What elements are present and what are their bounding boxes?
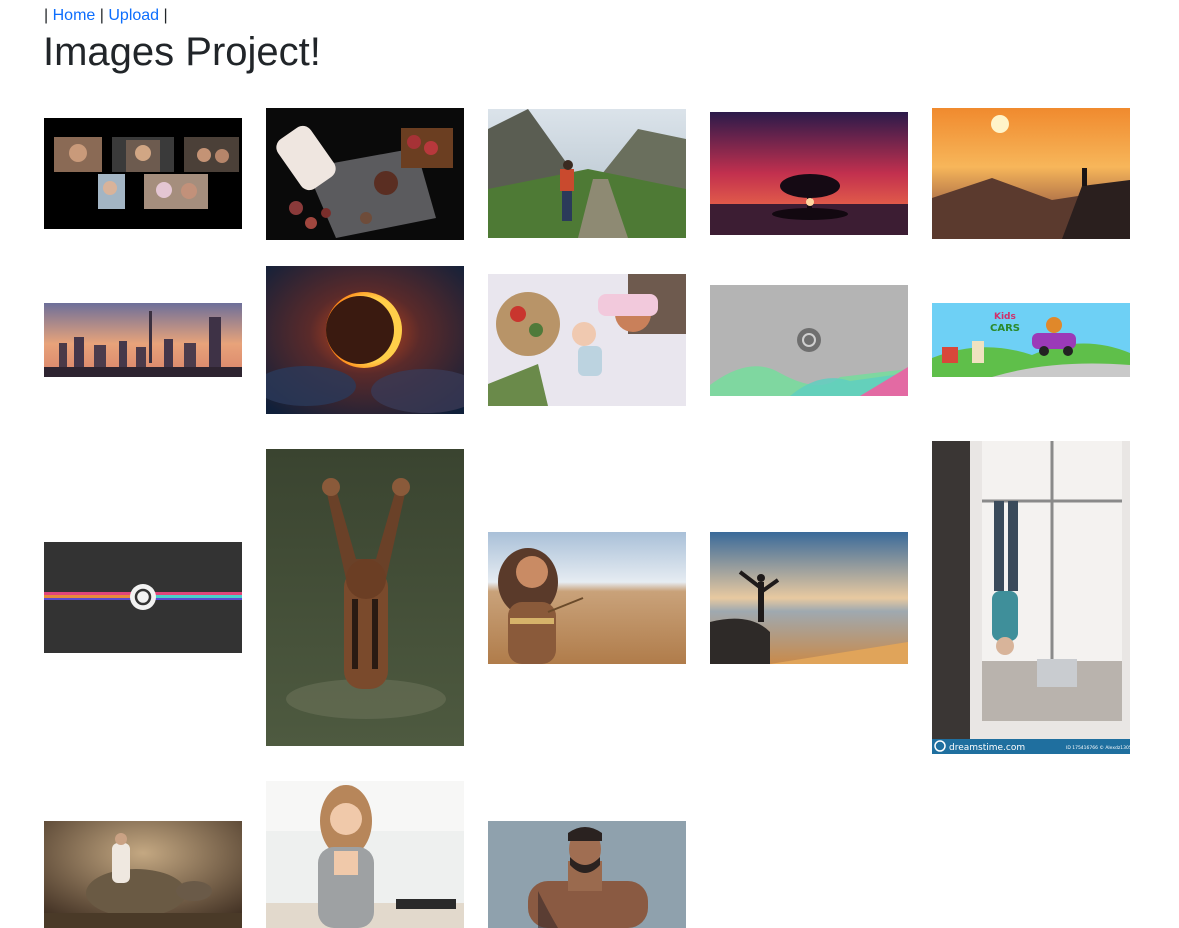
gallery-image[interactable]: [44, 542, 242, 653]
gallery-image[interactable]: [710, 285, 908, 396]
nav-separator: |: [44, 7, 49, 24]
kids-cars-caption-bottom: CARS: [990, 323, 1020, 334]
top-nav: | Home | Upload |: [44, 6, 168, 25]
gallery-image[interactable]: [488, 109, 686, 238]
gallery-image[interactable]: [266, 108, 464, 240]
nav-upload-link[interactable]: Upload: [108, 7, 159, 24]
gallery-image[interactable]: [44, 303, 242, 377]
gallery-image[interactable]: [488, 532, 686, 664]
gallery-image[interactable]: [488, 821, 686, 928]
gallery-image[interactable]: [44, 118, 242, 229]
page-title: Images Project!: [43, 30, 321, 74]
gallery-image[interactable]: [932, 108, 1130, 239]
stock-watermark-text: dreamstime.com: [949, 743, 1025, 753]
gallery-image[interactable]: [488, 274, 686, 406]
gallery-image[interactable]: [44, 821, 242, 928]
gallery-image[interactable]: [266, 266, 464, 414]
gallery-image[interactable]: [266, 449, 464, 746]
gallery-image[interactable]: [710, 532, 908, 664]
nav-separator: |: [163, 7, 168, 24]
nav-home-link[interactable]: Home: [53, 7, 96, 24]
gallery-image[interactable]: dreamstime.com ID 175416766 © Alexdz1305: [932, 441, 1130, 754]
kids-cars-caption-top: Kids: [994, 312, 1016, 322]
nav-separator: |: [99, 7, 104, 24]
gallery-image[interactable]: [266, 781, 464, 928]
gallery-image[interactable]: Kids CARS: [932, 303, 1130, 377]
gallery-image[interactable]: [710, 112, 908, 235]
stock-id-text: ID 175416766 © Alexdz1305: [1066, 744, 1130, 751]
